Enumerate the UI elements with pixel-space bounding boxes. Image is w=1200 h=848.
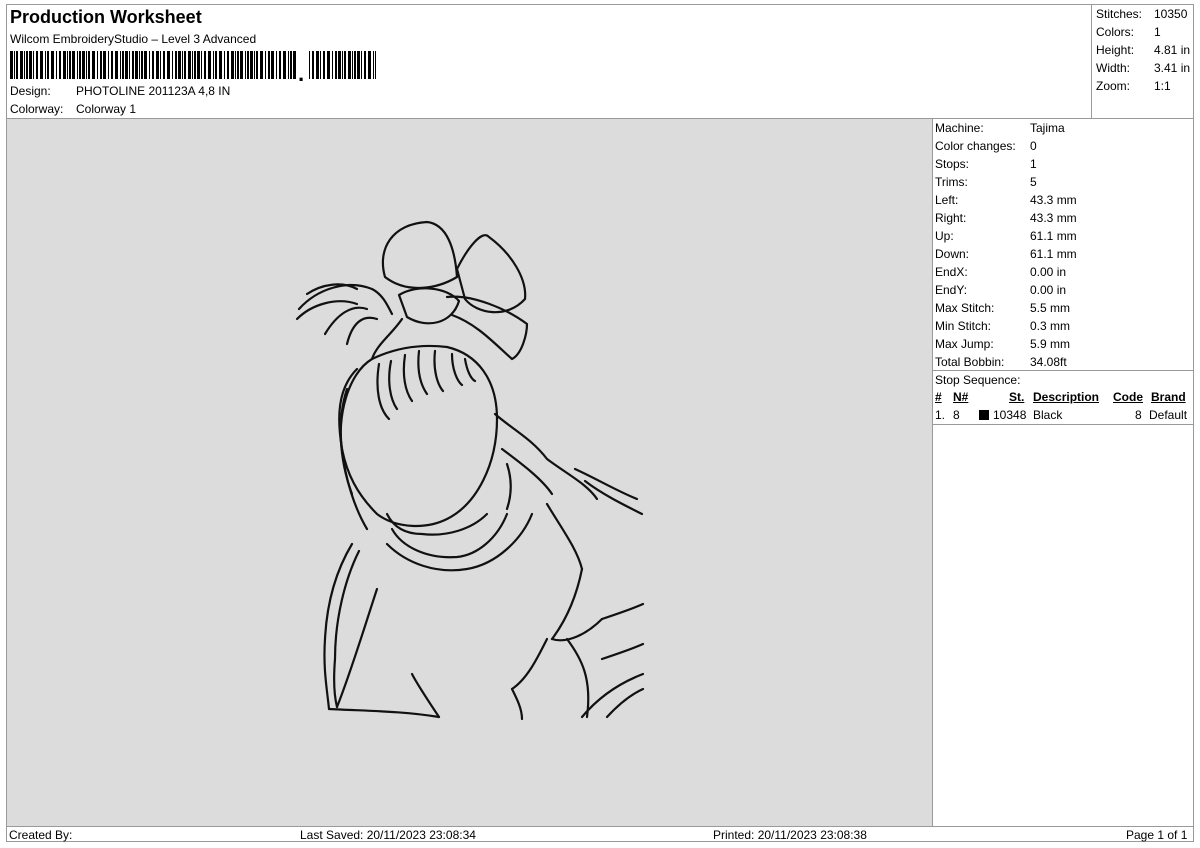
worksheet-footer: Created By: Last Saved: 20/11/2023 23:08… xyxy=(7,826,1193,842)
detail-value: 61.1 mm xyxy=(1030,229,1077,243)
detail-value: 43.3 mm xyxy=(1030,211,1077,225)
colorway-label: Colorway: xyxy=(10,102,64,116)
detail-label: Max Stitch: xyxy=(935,301,995,315)
col-header-description: Description xyxy=(1033,390,1100,404)
detail-label: Left: xyxy=(935,193,959,207)
design-label: Design: xyxy=(10,84,51,98)
zoom-row: Zoom: 1:1 xyxy=(1096,79,1171,93)
detail-label: Total Bobbin: xyxy=(935,355,1005,369)
machine-details-panel: Total Bobbin: 34.08ft Max Jump: 5.9 mm Min S… xyxy=(933,119,1193,826)
col-header-stitches: St. xyxy=(1009,390,1025,404)
detail-label: Up: xyxy=(935,229,954,243)
detail-value: 0.00 in xyxy=(1030,283,1067,297)
stop-row-code: 8 xyxy=(1135,408,1142,422)
stop-sequence-end-divider xyxy=(933,424,1193,425)
detail-label: Right: xyxy=(935,211,967,225)
detail-label: EndX: xyxy=(935,265,968,279)
created-by: Created By: xyxy=(9,828,73,842)
detail-value: 0 xyxy=(1030,139,1037,153)
col-header-needle: N# xyxy=(953,390,969,404)
detail-row: Max Stitch: 5.5 mm xyxy=(935,301,1193,315)
detail-value: Tajima xyxy=(1030,121,1065,135)
detail-row: Total Bobbin: 34.08ft xyxy=(935,355,1193,369)
svg-text:,: , xyxy=(298,61,304,81)
detail-label: EndY: xyxy=(935,283,968,297)
stop-row-needle: 8 xyxy=(953,408,960,422)
detail-label: Min Stitch: xyxy=(935,319,992,333)
detail-row: Left: 43.3 mm xyxy=(935,193,1193,207)
detail-label: Max Jump: xyxy=(935,337,994,351)
page-title: Production Worksheet xyxy=(10,7,202,27)
detail-value: 0.3 mm xyxy=(1030,319,1071,333)
col-header-brand: Brand xyxy=(1151,390,1186,404)
colorway-value: Colorway 1 xyxy=(76,102,137,116)
page-number: Page 1 of 1 xyxy=(1126,828,1188,842)
detail-label: Trims: xyxy=(935,175,968,189)
stitches-row: Stitches: 10350 xyxy=(1096,7,1188,21)
col-header-num: # xyxy=(935,390,942,404)
detail-value: 61.1 mm xyxy=(1030,247,1077,261)
colorway-row: Colorway: Colorway 1 xyxy=(10,102,136,116)
barcode-image: , xyxy=(10,51,376,81)
detail-value: 34.08ft xyxy=(1030,355,1067,369)
detail-row: Trims: 5 xyxy=(935,175,1193,189)
detail-row: Right: 43.3 mm xyxy=(935,211,1193,225)
detail-row: Machine: Tajima xyxy=(935,121,1193,135)
detail-label: Machine: xyxy=(935,121,984,135)
design-row: Design: PHOTOLINE 201123A 4,8 IN xyxy=(10,84,230,98)
detail-row: Min Stitch: 0.3 mm xyxy=(935,319,1193,333)
detail-row: Down: 61.1 mm xyxy=(935,247,1193,261)
detail-row: EndY: 0.00 in xyxy=(935,283,1193,297)
detail-value: 0.00 in xyxy=(1030,265,1067,279)
detail-value: 43.3 mm xyxy=(1030,193,1077,207)
stop-row-description: Black xyxy=(1033,408,1063,422)
col-header-code: Code xyxy=(1113,390,1143,404)
detail-row: Max Jump: 5.9 mm xyxy=(935,337,1193,351)
stop-row-stitches: 10348 xyxy=(993,408,1027,422)
summary-box: Stitches: 10350 Colors: 1 Height: 4.81 in W… xyxy=(1091,5,1193,118)
detail-row: EndX: 0.00 in xyxy=(935,265,1193,279)
detail-value: 5.5 mm xyxy=(1030,301,1071,315)
detail-row: Color changes: 0 xyxy=(935,139,1193,153)
detail-value: 5 xyxy=(1030,175,1037,189)
width-row: Width: 3.41 in xyxy=(1096,61,1191,75)
software-name: Wilcom EmbroideryStudio – Level 3 Advanc… xyxy=(10,32,257,46)
detail-row: Stops: 1 xyxy=(935,157,1193,171)
worksheet-header: Production Worksheet Wilcom EmbroiderySt… xyxy=(7,5,1092,118)
stop-row-num: 1. xyxy=(935,408,946,422)
detail-value: 1 xyxy=(1030,157,1037,171)
stop-sequence-divider xyxy=(933,370,1193,371)
color-swatch xyxy=(979,410,989,420)
last-saved: Last Saved: 20/11/2023 23:08:34 xyxy=(300,828,476,842)
embroidery-design-image xyxy=(295,220,645,721)
detail-label: Down: xyxy=(935,247,970,261)
printed-date: Printed: 20/11/2023 23:08:38 xyxy=(713,828,867,842)
detail-value: 5.9 mm xyxy=(1030,337,1071,351)
detail-label: Color changes: xyxy=(935,139,1016,153)
detail-label: Stops: xyxy=(935,157,970,171)
design-value: PHOTOLINE 201123A 4,8 IN xyxy=(76,84,231,98)
stop-row-brand: Default xyxy=(1149,408,1188,422)
detail-row: Up: 61.1 mm xyxy=(935,229,1193,243)
design-preview xyxy=(7,119,933,826)
height-row: Height: 4.81 in xyxy=(1096,43,1191,57)
production-worksheet: Production Worksheet Wilcom EmbroiderySt… xyxy=(6,4,1194,842)
stop-sequence-title: Stop Sequence: xyxy=(935,373,1021,387)
colors-row: Colors: 1 xyxy=(1096,25,1161,39)
